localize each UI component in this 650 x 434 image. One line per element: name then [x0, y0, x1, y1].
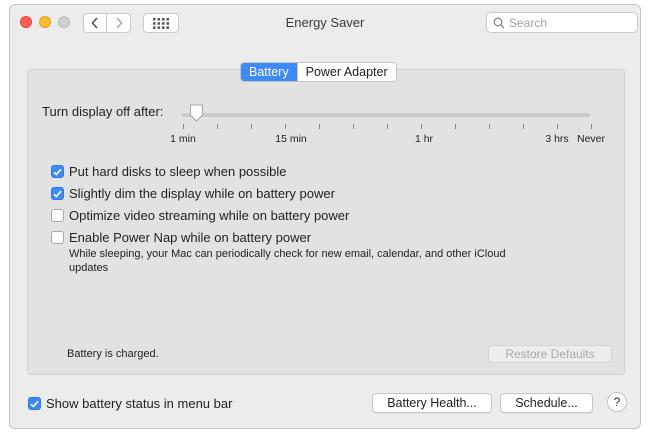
option-label: Slightly dim the display while on batter… [69, 186, 335, 201]
checkmark-icon [53, 168, 62, 176]
slider-tick-mark [489, 124, 490, 129]
slider-tick-mark [353, 124, 354, 129]
checkbox-checked[interactable] [51, 187, 64, 200]
slider-tick-mark [421, 124, 422, 129]
search-field[interactable] [486, 12, 638, 33]
slider-tick-mark [387, 124, 388, 129]
restore-defaults-button[interactable]: Restore Defaults [488, 345, 612, 363]
slider-tick-mark [251, 124, 252, 129]
option-optimize-video[interactable]: Optimize video streaming while on batter… [51, 208, 349, 223]
slider-tick-mark [183, 124, 184, 129]
help-button[interactable]: ? [607, 392, 627, 412]
slider-thumb[interactable] [189, 104, 204, 122]
search-icon [493, 17, 505, 29]
tick-label-1-min: 1 min [170, 133, 196, 145]
checkmark-icon [30, 400, 39, 408]
energy-saver-window: Energy Saver Battery Power Adapter Turn … [9, 4, 641, 429]
checkmark-icon [53, 190, 62, 198]
option-power-nap[interactable]: Enable Power Nap while on battery power [51, 230, 311, 245]
title-bar: Energy Saver [10, 5, 640, 41]
slider-tick-mark [523, 124, 524, 129]
option-label: Enable Power Nap while on battery power [69, 230, 312, 245]
battery-status-text: Battery is charged. [67, 348, 159, 360]
tab-battery[interactable]: Battery [241, 63, 297, 81]
slider-tick-mark [217, 124, 218, 129]
option-label: Optimize video streaming while on batter… [69, 208, 350, 223]
option-dim-display[interactable]: Slightly dim the display while on batter… [51, 186, 335, 201]
power-nap-description: While sleeping, your Mac can periodicall… [69, 248, 506, 274]
display-off-label: Turn display off after: [42, 104, 164, 119]
tick-label-3-hrs: 3 hrs [545, 133, 569, 145]
tab-power-adapter[interactable]: Power Adapter [296, 63, 396, 81]
slider-tick-mark [591, 124, 592, 129]
search-input[interactable] [509, 14, 629, 31]
tick-label-15-min: 15 min [275, 133, 307, 145]
checkbox-unchecked[interactable] [51, 231, 64, 244]
slider-tick-mark [557, 124, 558, 129]
option-hard-disk-sleep[interactable]: Put hard disks to sleep when possible [51, 164, 287, 179]
slider-tick-mark [455, 124, 456, 129]
checkbox-checked[interactable] [28, 397, 41, 410]
segmented-tabs: Battery Power Adapter [240, 62, 397, 82]
option-label: Show battery status in menu bar [46, 396, 233, 411]
checkbox-unchecked[interactable] [51, 209, 64, 222]
checkbox-checked[interactable] [51, 165, 64, 178]
option-label: Put hard disks to sleep when possible [69, 164, 287, 179]
battery-health-button[interactable]: Battery Health... [372, 393, 492, 413]
tick-label-never: Never [576, 133, 606, 145]
slider-tick-mark [319, 124, 320, 129]
option-show-battery-status[interactable]: Show battery status in menu bar [28, 396, 232, 411]
tick-label-1-hr: 1 hr [414, 133, 434, 145]
slider-tick-mark [285, 124, 286, 129]
schedule-button[interactable]: Schedule... [500, 393, 593, 413]
display-off-slider[interactable] [182, 113, 590, 117]
